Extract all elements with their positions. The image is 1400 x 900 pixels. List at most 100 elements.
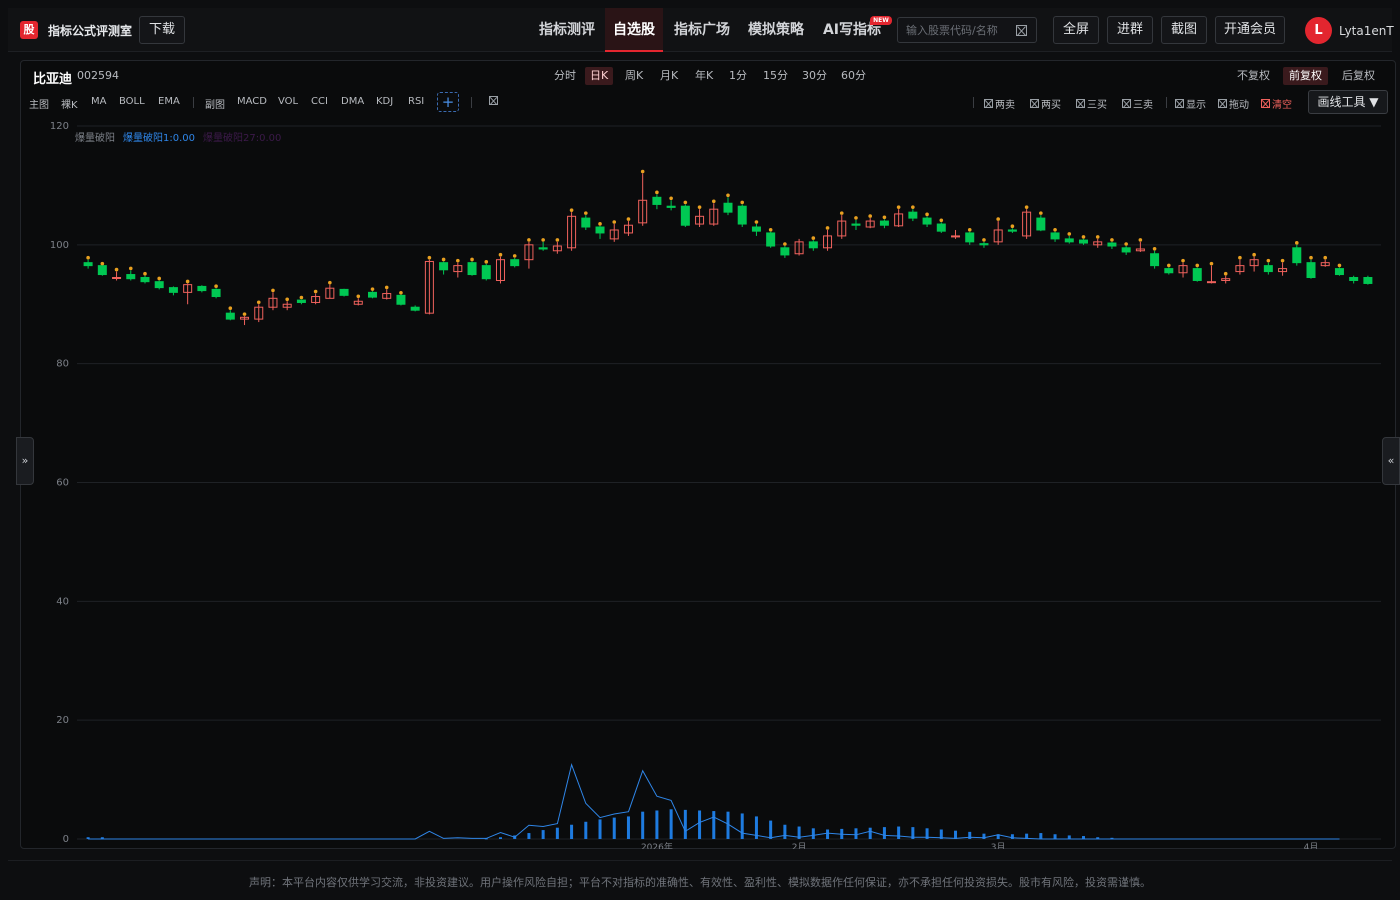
- signal-marker: [925, 212, 929, 217]
- nav-indicator-plaza[interactable]: 指标广场: [667, 8, 737, 52]
- candle-down: [1363, 277, 1373, 284]
- checkbox-icon[interactable]: [489, 96, 498, 105]
- tool-checkbox[interactable]: [489, 96, 500, 108]
- indicator-macd[interactable]: MACD: [237, 96, 267, 107]
- adjust-none[interactable]: 不复权: [1231, 67, 1276, 85]
- toggle-three-sell[interactable]: 三卖: [1122, 96, 1153, 111]
- indicator-naked-k[interactable]: 裸K: [61, 96, 78, 111]
- legend-series-2: 爆量破阳27:0.00: [203, 133, 282, 144]
- candle-down: [197, 285, 207, 292]
- draw-tool-dropdown[interactable]: 画线工具 ▼: [1308, 90, 1388, 114]
- indicator-bar: [811, 828, 815, 839]
- candle-down: [83, 262, 93, 267]
- candle-down: [211, 288, 221, 298]
- candle-down: [510, 259, 520, 267]
- period-30min[interactable]: 30分: [797, 67, 832, 85]
- nav-simulated-strategy[interactable]: 模拟策略: [741, 8, 811, 52]
- avatar[interactable]: L: [1305, 17, 1332, 44]
- period-yearly[interactable]: 年K: [690, 67, 718, 85]
- signal-marker: [683, 200, 688, 205]
- indicator-bar: [570, 824, 574, 839]
- toggle-label: 显示: [1186, 100, 1206, 111]
- toggle-show[interactable]: 显示: [1175, 96, 1206, 111]
- clear-drawings-button[interactable]: 清空: [1261, 96, 1292, 111]
- toggle-three-buy[interactable]: 三买: [1076, 96, 1107, 111]
- y-tick-label: 100: [50, 240, 69, 251]
- divider: [1166, 97, 1167, 108]
- period-1min[interactable]: 1分: [724, 67, 752, 85]
- candle-down: [1164, 268, 1174, 274]
- period-daily[interactable]: 日K: [585, 67, 614, 85]
- kline-chart[interactable]: 0 20 40 60 80 100 120 2026年 2月 3月 4月: [21, 116, 1395, 849]
- signal-marker: [1323, 255, 1328, 260]
- x-tick-label: 2026年: [641, 841, 673, 849]
- legend-title: 爆量破阳: [75, 133, 115, 144]
- add-indicator-button[interactable]: +: [437, 92, 459, 112]
- toggle-two-sell[interactable]: 两卖: [984, 96, 1015, 111]
- indicator-ma[interactable]: MA: [91, 96, 106, 107]
- toggle-two-buy[interactable]: 两买: [1030, 96, 1061, 111]
- candle-down: [439, 262, 449, 271]
- indicator-bar: [1053, 834, 1057, 839]
- indicator-kdj[interactable]: KDJ: [376, 96, 393, 107]
- signal-marker: [1081, 235, 1086, 239]
- indicator-boll[interactable]: BOLL: [119, 96, 145, 107]
- indicator-bar: [868, 827, 872, 839]
- indicator-cci[interactable]: CCI: [311, 96, 328, 107]
- signal-marker: [1138, 238, 1143, 242]
- screenshot-button[interactable]: 截图: [1161, 16, 1207, 44]
- x-tick-label: 3月: [991, 842, 1006, 849]
- indicator-dma[interactable]: DMA: [341, 96, 364, 107]
- signal-marker: [825, 226, 830, 230]
- new-badge: NEW: [870, 16, 892, 25]
- stock-search-input[interactable]: [906, 22, 1006, 38]
- indicator-bar: [712, 811, 716, 839]
- signal-marker: [911, 205, 915, 209]
- candle-down: [1007, 229, 1017, 232]
- adjust-forward[interactable]: 前复权: [1283, 67, 1328, 85]
- signal-marker: [498, 252, 503, 257]
- expand-right-handle[interactable]: «: [1382, 437, 1400, 485]
- signal-marker: [612, 220, 617, 224]
- signal-marker: [214, 284, 218, 289]
- period-15min[interactable]: 15分: [758, 67, 793, 85]
- search-icon[interactable]: [1016, 25, 1027, 36]
- indicator-bar: [826, 829, 830, 839]
- candle-down: [1334, 268, 1344, 276]
- download-button[interactable]: 下载: [139, 16, 185, 44]
- candle-down: [652, 196, 662, 205]
- signal-marker: [1309, 255, 1313, 260]
- toggle-drag[interactable]: 拖动: [1218, 96, 1249, 111]
- candle-down: [1349, 277, 1359, 281]
- period-monthly[interactable]: 月K: [655, 67, 683, 85]
- signal-marker: [640, 169, 645, 174]
- expand-left-handle[interactable]: »: [16, 437, 34, 485]
- signal-marker: [754, 220, 759, 224]
- checkbox-icon: [1030, 99, 1039, 108]
- adjust-backward[interactable]: 后复权: [1336, 67, 1381, 85]
- upgrade-membership-button[interactable]: 开通会员: [1215, 16, 1285, 44]
- period-intraday[interactable]: 分时: [549, 67, 581, 85]
- nav-watchlist[interactable]: 自选股: [605, 8, 663, 52]
- candle-down: [467, 262, 477, 276]
- fullscreen-button[interactable]: 全屏: [1053, 16, 1099, 44]
- signal-marker: [541, 238, 545, 242]
- signal-marker: [1039, 211, 1043, 215]
- candle-down: [481, 265, 491, 280]
- stock-search[interactable]: [897, 17, 1037, 43]
- indicator-ema[interactable]: EMA: [158, 96, 180, 107]
- nav-indicator-review[interactable]: 指标测评: [532, 8, 602, 52]
- period-60min[interactable]: 60分: [836, 67, 871, 85]
- signal-marker: [1337, 263, 1342, 268]
- indicator-vol[interactable]: VOL: [278, 96, 298, 107]
- indicator-rsi[interactable]: RSI: [408, 96, 424, 107]
- candle-down: [1121, 247, 1131, 253]
- join-group-button[interactable]: 进群: [1107, 16, 1153, 44]
- candle-down: [140, 277, 150, 283]
- candle-up: [1206, 281, 1216, 284]
- period-weekly[interactable]: 周K: [620, 67, 648, 85]
- candle-down: [908, 211, 918, 219]
- username[interactable]: Lyta1enT: [1339, 24, 1394, 38]
- nav-ai-indicator[interactable]: AI写指标: [816, 8, 888, 52]
- signal-marker: [185, 279, 190, 284]
